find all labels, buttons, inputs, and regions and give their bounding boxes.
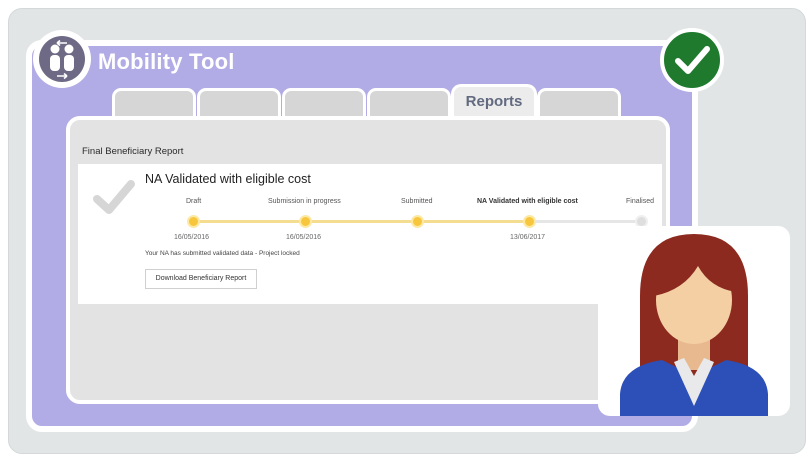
tab-4[interactable] [367, 88, 451, 118]
panel-header: Final Beneficiary Report [82, 146, 184, 157]
progress-track-complete [193, 220, 529, 223]
step-label-submitted: Submitted [401, 198, 433, 205]
checkmark-icon [93, 180, 135, 214]
download-report-button[interactable]: Download Beneficiary Report [145, 269, 257, 289]
step-date-validated: 13/06/2017 [510, 234, 546, 241]
user-avatar-icon [620, 234, 768, 416]
tab-1[interactable] [112, 88, 196, 118]
tab-3[interactable] [282, 88, 366, 118]
step-date-draft: 16/05/2016 [174, 234, 210, 241]
step-date-submission: 16/05/2016 [286, 234, 322, 241]
step-dot-draft [187, 215, 200, 228]
people-exchange-icon [39, 36, 85, 82]
locked-message: Your NA has submitted validated data - P… [145, 250, 300, 257]
avatar-card [598, 226, 790, 416]
app-title: Mobility Tool [98, 49, 235, 74]
step-dot-submission [299, 215, 312, 228]
step-label-draft: Draft [186, 198, 202, 205]
step-label-submission: Submission in progress [268, 198, 341, 205]
tab-6[interactable] [537, 88, 621, 118]
tab-reports[interactable]: Reports [451, 84, 537, 118]
step-label-validated: NA Validated with eligible cost [477, 198, 578, 205]
checkmark-badge-icon [660, 28, 724, 92]
app-logo [33, 30, 91, 88]
step-dot-validated [523, 215, 536, 228]
progress-track-remaining [529, 220, 641, 223]
step-dot-submitted [411, 215, 424, 228]
tab-2[interactable] [197, 88, 281, 118]
status-title: NA Validated with eligible cost [145, 172, 311, 186]
step-label-finalised: Finalised [626, 198, 655, 205]
